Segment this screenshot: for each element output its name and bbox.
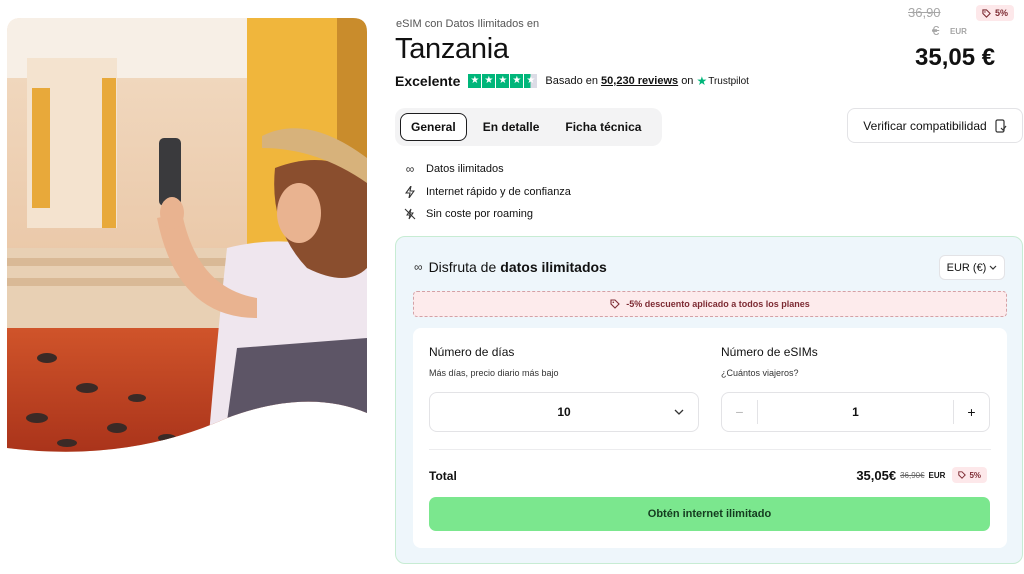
reviews-link[interactable]: 50,230 reviews: [601, 75, 678, 87]
increment-button[interactable]: +: [953, 400, 989, 424]
feature-item: Sin coste por roaming: [403, 203, 571, 226]
total-discount-value: 5%: [969, 470, 981, 480]
days-label: Número de días: [429, 345, 515, 359]
star-icon: ★: [496, 74, 510, 88]
check-compatibility-button[interactable]: Verificar compatibilidad: [847, 108, 1023, 143]
total-discount-badge: 5%: [952, 467, 987, 483]
total-price: 35,05€: [856, 467, 897, 483]
panel-heading-prefix: Disfruta de: [428, 259, 497, 275]
currency-select[interactable]: EUR (€): [939, 255, 1005, 280]
infinity-icon: ∞: [414, 260, 423, 274]
chevron-down-icon: [989, 265, 997, 270]
feature-label: Datos ilimitados: [426, 163, 504, 176]
total-old-price: 36,90€: [900, 470, 925, 480]
trustpilot-stars: ★ ★ ★ ★ ★: [468, 74, 538, 88]
promo-banner: -5% descuento aplicado a todos los plane…: [413, 291, 1007, 317]
currency-value: EUR (€): [946, 261, 987, 274]
discount-badge: 5%: [976, 5, 1015, 21]
reviews-on: on: [681, 75, 694, 87]
plan-card: Número de días Más días, precio diario m…: [413, 328, 1007, 548]
trustpilot-star-icon: ★: [696, 74, 708, 88]
lightning-icon: [403, 185, 417, 198]
old-price-currency: €: [932, 23, 940, 38]
esims-sublabel: ¿Cuántos viajeros?: [721, 368, 799, 378]
trustpilot-logo: ★ Trustpilot: [696, 74, 749, 88]
product-subtitle: eSIM con Datos Ilimitados en: [396, 18, 540, 30]
feature-label: Internet rápido y de confianza: [426, 185, 571, 198]
tab-ficha-tecnica[interactable]: Ficha técnica: [555, 114, 651, 140]
star-icon: ★: [468, 74, 482, 88]
total-label: Total: [429, 469, 457, 483]
half-star-icon: ★: [524, 74, 538, 88]
tab-general[interactable]: General: [400, 113, 467, 141]
hero-image: [7, 18, 367, 458]
plan-panel: ∞ Disfruta de datos ilimitados EUR (€) -…: [395, 236, 1023, 564]
divider: [429, 449, 991, 450]
based-prefix: Basado en: [545, 75, 598, 87]
rating-word: Excelente: [395, 73, 461, 89]
current-price: 35,05 €: [915, 44, 996, 71]
tab-bar: General En detalle Ficha técnica: [395, 108, 662, 146]
feature-list: ∞ Datos ilimitados Internet rápido y de …: [403, 158, 571, 226]
page-title: Tanzania: [395, 33, 509, 65]
star-icon: ★: [510, 74, 524, 88]
infinity-icon: ∞: [405, 162, 415, 177]
no-roaming-icon: [403, 208, 417, 220]
esims-value: 1: [852, 405, 859, 419]
tag-icon: [610, 299, 620, 309]
total-currency-code: EUR: [928, 470, 946, 480]
rating-row: Excelente ★ ★ ★ ★ ★ Basado en 50,230 rev…: [395, 73, 749, 89]
star-icon: ★: [482, 74, 496, 88]
promo-text: -5% descuento aplicado a todos los plane…: [626, 299, 810, 309]
trustpilot-name: Trustpilot: [708, 75, 749, 87]
days-sublabel: Más días, precio diario más bajo: [429, 368, 559, 378]
esims-label: Número de eSIMs: [721, 345, 818, 359]
panel-heading: ∞ Disfruta de datos ilimitados: [414, 259, 607, 275]
discount-value: 5%: [995, 8, 1009, 18]
chevron-down-icon: [674, 405, 684, 419]
reviews-text: Basado en 50,230 reviews on: [545, 75, 693, 87]
tag-icon: [982, 8, 991, 18]
days-select[interactable]: 10: [429, 392, 699, 432]
feature-label: Sin coste por roaming: [426, 208, 533, 221]
tab-en-detalle[interactable]: En detalle: [473, 114, 550, 140]
old-price: 36,90: [908, 5, 941, 20]
feature-item: ∞ Datos ilimitados: [403, 158, 571, 181]
decrement-button[interactable]: −: [722, 400, 758, 424]
esims-stepper: − 1 +: [721, 392, 990, 432]
days-value: 10: [557, 405, 571, 419]
old-price-code: EUR: [950, 27, 967, 36]
compat-label: Verificar compatibilidad: [863, 118, 987, 133]
panel-heading-bold: datos ilimitados: [500, 259, 607, 275]
total-summary: 35,05€ 36,90€ EUR 5%: [856, 467, 987, 483]
get-internet-button[interactable]: Obtén internet ilimitado: [429, 497, 990, 531]
phone-check-icon: [995, 118, 1007, 133]
feature-item: Internet rápido y de confianza: [403, 181, 571, 204]
tag-icon: [958, 471, 967, 479]
